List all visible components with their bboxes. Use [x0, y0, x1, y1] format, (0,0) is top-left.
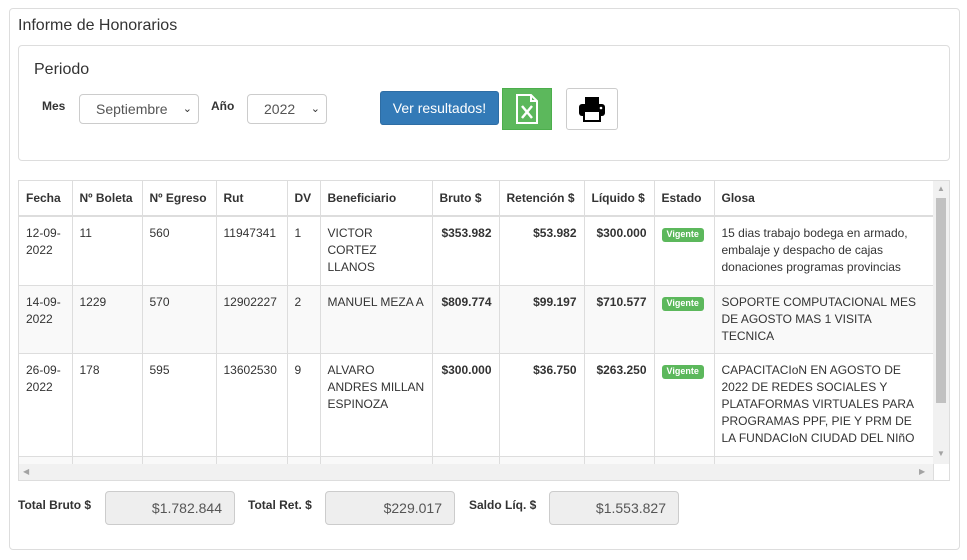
ano-select[interactable]: 2022 ⌄ — [247, 94, 327, 124]
horizontal-scrollbar[interactable]: ◀ ▶ — [19, 464, 933, 480]
excel-icon — [516, 94, 538, 124]
cell-fecha: 26-09-2022 — [19, 352, 73, 456]
cell-retencion: $99.197 — [499, 284, 585, 353]
export-excel-button[interactable] — [502, 88, 552, 130]
cell-fecha: 14-09-2022 — [19, 284, 73, 353]
cell-beneficiario: MANUEL MEZA A — [320, 284, 433, 353]
column-header[interactable]: Nº Egreso — [142, 181, 217, 217]
total-bruto-label: Total Bruto $ — [18, 498, 92, 512]
cell-egreso: 570 — [142, 284, 217, 353]
scroll-right-icon[interactable]: ▶ — [919, 467, 925, 476]
scroll-up-icon[interactable]: ▲ — [937, 184, 945, 193]
table-row: 14-09-2022 1229 570 12902227 2 MANUEL ME… — [19, 284, 934, 353]
panel-title: Informe de Honorarios — [18, 17, 178, 34]
status-badge: Vigente — [661, 364, 704, 379]
mes-select[interactable]: Septiembre ⌄ — [79, 94, 199, 124]
print-icon — [579, 97, 605, 122]
column-header[interactable]: Glosa — [714, 181, 934, 217]
honorarios-table-container: Fecha Nº Boleta Nº Egreso Rut DV Benefic… — [18, 180, 950, 481]
ano-select-value: 2022 — [264, 101, 296, 117]
honorarios-panel: Informe de Honorarios Periodo Mes Septie… — [9, 8, 960, 550]
cell-bruto: $809.774 — [432, 284, 500, 353]
cell-beneficiario: ALVARO ANDRES MILLAN ESPINOZA — [320, 352, 433, 456]
total-ret-field: $229.017 — [325, 491, 455, 525]
cell-glosa: CAPACITACIoN EN AGOSTO DE 2022 DE REDES … — [714, 352, 934, 456]
ano-label: Año — [211, 99, 235, 113]
mes-select-value: Septiembre — [96, 101, 168, 117]
print-button[interactable] — [566, 88, 618, 130]
saldo-liq-label: Saldo Líq. $ — [469, 498, 537, 512]
table-row: 12-09-2022 11 560 11947341 1 VICTOR CORT… — [19, 215, 934, 285]
cell-egreso: 595 — [142, 352, 217, 456]
cell-fecha: 12-09-2022 — [19, 215, 73, 285]
column-header[interactable]: Bruto $ — [432, 181, 500, 217]
status-badge: Vigente — [661, 228, 704, 242]
cell-dv: 2 — [287, 284, 321, 353]
cell-estado: Vigente — [654, 284, 715, 353]
cell-rut: 13602530 — [216, 352, 288, 456]
cell-beneficiario: VICTOR CORTEZ LLANOS — [320, 215, 433, 285]
vertical-scroll-thumb[interactable] — [936, 198, 946, 403]
column-header[interactable]: Beneficiario — [320, 181, 433, 217]
cell-boleta: 178 — [72, 352, 143, 456]
status-badge: Vigente — [661, 296, 704, 311]
cell-bruto: $300.000 — [432, 352, 500, 456]
cell-estado: Vigente — [654, 215, 715, 285]
chevron-down-icon: ⌄ — [310, 103, 320, 115]
total-ret-label: Total Ret. $ — [248, 498, 312, 512]
column-header[interactable]: Retención $ — [499, 181, 585, 217]
cell-retencion: $36.750 — [499, 352, 585, 456]
cell-egreso: 560 — [142, 215, 217, 285]
column-header[interactable]: Fecha — [19, 181, 73, 217]
honorarios-table: Fecha Nº Boleta Nº Egreso Rut DV Benefic… — [19, 181, 934, 480]
column-header[interactable]: Líquido $ — [584, 181, 655, 217]
cell-bruto: $353.982 — [432, 215, 500, 285]
cell-dv: 9 — [287, 352, 321, 456]
cell-rut: 12902227 — [216, 284, 288, 353]
cell-glosa: 15 dias trabajo bodega en armado, embala… — [714, 215, 934, 285]
total-bruto-field: $1.782.844 — [105, 491, 235, 525]
column-header[interactable]: DV — [287, 181, 321, 217]
cell-liquido: $300.000 — [584, 215, 655, 285]
cell-liquido: $263.250 — [584, 352, 655, 456]
periodo-section: Periodo Mes Septiembre ⌄ Año 2022 ⌄ Ver … — [18, 45, 950, 161]
column-header[interactable]: Estado — [654, 181, 715, 217]
cell-estado: Vigente — [654, 352, 715, 456]
scroll-left-icon[interactable]: ◀ — [23, 467, 29, 476]
column-header[interactable]: Nº Boleta — [72, 181, 143, 217]
periodo-title: Periodo — [34, 61, 90, 78]
cell-dv: 1 — [287, 215, 321, 285]
cell-retencion: $53.982 — [499, 215, 585, 285]
cell-rut: 11947341 — [216, 215, 288, 285]
table-row: 26-09-2022 178 595 13602530 9 ALVARO AND… — [19, 352, 934, 456]
ver-resultados-button[interactable]: Ver resultados! — [380, 91, 499, 125]
column-header[interactable]: Rut — [216, 181, 288, 217]
vertical-scrollbar[interactable]: ▲ ▼ — [933, 181, 949, 464]
cell-liquido: $710.577 — [584, 284, 655, 353]
chevron-down-icon: ⌄ — [182, 103, 192, 115]
cell-glosa: SOPORTE COMPUTACIONAL MES DE AGOSTO MAS … — [714, 284, 934, 353]
cell-boleta: 1229 — [72, 284, 143, 353]
saldo-liq-field: $1.553.827 — [549, 491, 679, 525]
mes-label: Mes — [42, 99, 66, 113]
table-header-row: Fecha Nº Boleta Nº Egreso Rut DV Benefic… — [19, 181, 934, 217]
cell-boleta: 11 — [72, 215, 143, 285]
scroll-down-icon[interactable]: ▼ — [937, 449, 945, 458]
